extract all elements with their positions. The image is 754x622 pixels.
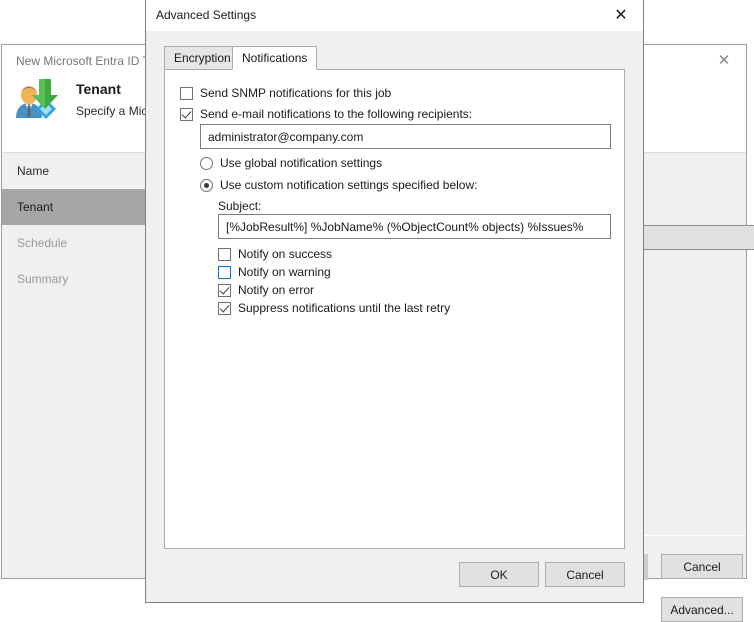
recipients-input-value: administrator@company.com xyxy=(208,129,364,144)
recipients-input[interactable]: administrator@company.com xyxy=(200,124,611,149)
ok-button-label: OK xyxy=(490,567,508,582)
wizard-sidebar: Name Tenant Schedule Summary xyxy=(2,153,146,578)
wizard-cancel-button-label: Cancel xyxy=(683,559,721,574)
snmp-checkbox-row[interactable]: Send SNMP notifications for this job xyxy=(180,86,391,100)
notify-on-success-label: Notify on success xyxy=(238,247,333,261)
sidebar-item-label: Tenant xyxy=(17,200,54,214)
sidebar-item-schedule[interactable]: Schedule xyxy=(2,225,146,261)
notifications-tab-panel: Send SNMP notifications for this job Sen… xyxy=(164,69,625,549)
background-window-title: New Microsoft Entra ID Te xyxy=(16,54,156,68)
tab-notifications[interactable]: Notifications xyxy=(232,46,318,70)
dialog-titlebar: Advanced Settings ✕ xyxy=(146,0,643,31)
close-icon[interactable]: ✕ xyxy=(710,49,738,71)
advanced-button[interactable]: Advanced... xyxy=(661,597,743,622)
sidebar-item-label: Name xyxy=(17,164,50,178)
use-global-settings-label: Use global notification settings xyxy=(220,156,383,170)
sidebar-item-label: Summary xyxy=(17,272,69,286)
notify-error-row[interactable]: Notify on error xyxy=(218,283,314,297)
sidebar-item-tenant[interactable]: Tenant xyxy=(2,189,146,225)
ok-button[interactable]: OK xyxy=(459,562,539,587)
background-window-subheading: Specify a Mic xyxy=(76,104,148,118)
wizard-cancel-button[interactable]: Cancel xyxy=(661,554,743,579)
notify-warning-row[interactable]: Notify on warning xyxy=(218,265,331,279)
notify-on-warning-checkbox[interactable] xyxy=(218,265,231,279)
suppress-notifications-label: Suppress notifications until the last re… xyxy=(238,301,451,315)
advanced-button-label: Advanced... xyxy=(670,602,734,617)
tab-notifications-label: Notifications xyxy=(242,51,308,65)
notify-on-success-checkbox[interactable] xyxy=(218,247,231,261)
suppress-retry-row[interactable]: Suppress notifications until the last re… xyxy=(218,301,450,315)
use-custom-settings-label: Use custom notification settings specifi… xyxy=(220,178,478,192)
tab-encryption-label: Encryption xyxy=(174,51,231,65)
sidebar-item-name[interactable]: Name xyxy=(2,153,146,189)
subject-input-value: [%JobResult%] %JobName% (%ObjectCount% o… xyxy=(226,219,584,234)
dialog-cancel-button[interactable]: Cancel xyxy=(545,562,625,587)
subject-label-row: Subject: xyxy=(218,199,261,213)
notify-success-row[interactable]: Notify on success xyxy=(218,247,332,261)
entra-id-tenant-backup-icon xyxy=(12,71,64,123)
sidebar-item-summary[interactable]: Summary xyxy=(2,261,146,297)
radio-global-row[interactable]: Use global notification settings xyxy=(200,156,382,170)
advanced-settings-dialog: Advanced Settings ✕ Encryption Notificat… xyxy=(145,0,644,603)
email-checkbox-row[interactable]: Send e-mail notifications to the followi… xyxy=(180,107,472,121)
subject-label: Subject: xyxy=(218,199,262,213)
sidebar-item-label: Schedule xyxy=(17,236,68,250)
email-checkbox[interactable] xyxy=(180,107,193,121)
email-checkbox-label: Send e-mail notifications to the followi… xyxy=(200,107,473,121)
notify-on-warning-label: Notify on warning xyxy=(238,265,331,279)
use-global-settings-radio[interactable] xyxy=(200,156,213,170)
snmp-checkbox-label: Send SNMP notifications for this job xyxy=(200,86,392,100)
suppress-notifications-checkbox[interactable] xyxy=(218,301,231,315)
snmp-checkbox[interactable] xyxy=(180,86,193,100)
notify-on-error-label: Notify on error xyxy=(238,283,315,297)
subject-input[interactable]: [%JobResult%] %JobName% (%ObjectCount% o… xyxy=(218,214,611,239)
use-custom-settings-radio[interactable] xyxy=(200,178,213,192)
dialog-title: Advanced Settings xyxy=(156,8,257,22)
notify-on-error-checkbox[interactable] xyxy=(218,283,231,297)
radio-custom-row[interactable]: Use custom notification settings specifi… xyxy=(200,178,477,192)
dialog-cancel-button-label: Cancel xyxy=(566,567,604,582)
close-icon[interactable]: ✕ xyxy=(608,5,634,27)
tab-encryption[interactable]: Encryption xyxy=(164,46,241,70)
background-window-heading: Tenant xyxy=(76,81,121,97)
